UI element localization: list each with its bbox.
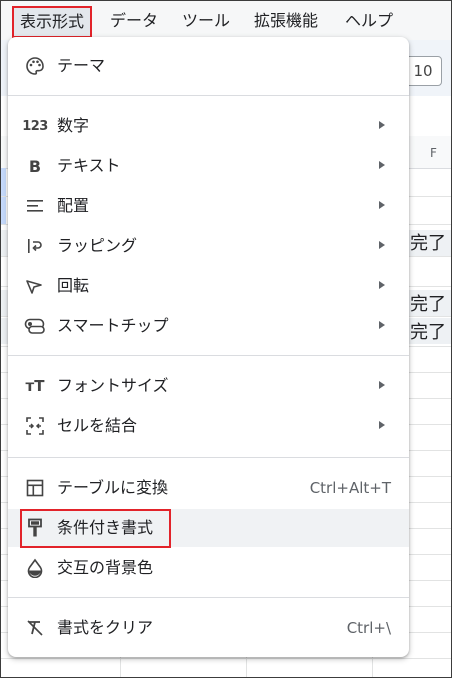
submenu-arrow-icon bbox=[379, 201, 385, 209]
submenu-arrow-icon bbox=[379, 421, 385, 429]
fill-drop-icon bbox=[24, 558, 46, 578]
zoom-input[interactable]: 10 bbox=[404, 56, 442, 86]
menu-item-theme[interactable]: テーマ bbox=[8, 47, 409, 85]
menu-item-label: 配置 bbox=[57, 196, 90, 215]
cell-value[interactable]: 完了 bbox=[410, 229, 446, 255]
menu-item-text[interactable]: B テキスト bbox=[8, 147, 409, 185]
menu-item-label: セルを結合 bbox=[57, 416, 138, 435]
menu-item-label: テーマ bbox=[57, 56, 106, 75]
submenu-arrow-icon bbox=[379, 281, 385, 289]
menu-item-number[interactable]: 123 数字 bbox=[8, 107, 409, 145]
bold-icon: B bbox=[28, 156, 42, 176]
text-wrap-icon bbox=[24, 236, 46, 256]
submenu-arrow-icon bbox=[379, 241, 385, 249]
submenu-arrow-icon bbox=[379, 321, 385, 329]
format-dropdown-menu: テーマ 123 数字 B テキスト 配置 ラッピング 回転 スマートチップ тT… bbox=[8, 37, 409, 657]
menu-item-label: フォントサイズ bbox=[57, 376, 169, 395]
menu-data[interactable]: データ bbox=[110, 11, 158, 31]
align-left-icon bbox=[24, 196, 46, 216]
clear-format-icon bbox=[24, 618, 46, 638]
menu-item-label: 書式をクリア bbox=[57, 618, 154, 637]
merge-cells-icon bbox=[24, 416, 46, 436]
palette-icon bbox=[24, 56, 46, 76]
menu-item-label: テーブルに変換 bbox=[57, 478, 169, 497]
menu-item-conditional-format[interactable]: 条件付き書式 bbox=[8, 509, 409, 547]
menu-tools[interactable]: ツール bbox=[182, 11, 230, 31]
font-size-icon: тT bbox=[25, 377, 45, 395]
menu-help[interactable]: ヘルプ bbox=[345, 11, 393, 31]
grid-line bbox=[0, 658, 452, 659]
number-format-icon: 123 bbox=[22, 118, 48, 134]
menu-divider bbox=[8, 95, 409, 96]
menu-item-label: 回転 bbox=[57, 276, 90, 295]
shortcut-hint: Ctrl+\ bbox=[346, 619, 391, 637]
menu-divider bbox=[8, 355, 409, 356]
menu-item-label: テキスト bbox=[57, 156, 121, 175]
text-rotation-icon bbox=[24, 276, 46, 296]
menu-divider bbox=[8, 597, 409, 598]
menu-format[interactable]: 表示形式 bbox=[12, 6, 93, 38]
submenu-arrow-icon bbox=[379, 381, 385, 389]
menu-item-label: 条件付き書式 bbox=[57, 518, 154, 537]
shortcut-hint: Ctrl+Alt+T bbox=[309, 479, 391, 497]
submenu-arrow-icon bbox=[379, 121, 385, 129]
menu-item-label: ラッピング bbox=[57, 236, 138, 255]
menu-item-label: 数字 bbox=[57, 116, 90, 135]
menu-item-convert-table[interactable]: テーブルに変換 Ctrl+Alt+T bbox=[8, 469, 409, 507]
menu-item-clear-format[interactable]: 書式をクリア Ctrl+\ bbox=[8, 609, 409, 647]
menu-divider bbox=[8, 457, 409, 458]
menu-item-smart-chips[interactable]: スマートチップ bbox=[8, 307, 409, 345]
smart-chip-icon bbox=[24, 316, 46, 336]
menu-item-wrap[interactable]: ラッピング bbox=[8, 227, 409, 265]
cell-value[interactable]: 完了 bbox=[410, 318, 446, 344]
paint-roller-icon bbox=[24, 518, 46, 538]
column-header-f[interactable]: F bbox=[430, 146, 437, 160]
menu-bar: 表示形式 データ ツール 拡張機能 ヘルプ bbox=[0, 0, 452, 40]
menu-extensions[interactable]: 拡張機能 bbox=[254, 11, 318, 31]
menu-item-font-size[interactable]: тT フォントサイズ bbox=[8, 367, 409, 405]
menu-item-label: 交互の背景色 bbox=[57, 558, 154, 577]
menu-item-align[interactable]: 配置 bbox=[8, 187, 409, 225]
submenu-arrow-icon bbox=[379, 161, 385, 169]
menu-item-merge-cells[interactable]: セルを結合 bbox=[8, 407, 409, 445]
menu-item-rotate[interactable]: 回転 bbox=[8, 267, 409, 305]
menu-item-alternating-colors[interactable]: 交互の背景色 bbox=[8, 549, 409, 587]
table-icon bbox=[24, 478, 46, 498]
cell-value[interactable]: 完了 bbox=[410, 290, 446, 316]
menu-item-label: スマートチップ bbox=[57, 316, 169, 335]
